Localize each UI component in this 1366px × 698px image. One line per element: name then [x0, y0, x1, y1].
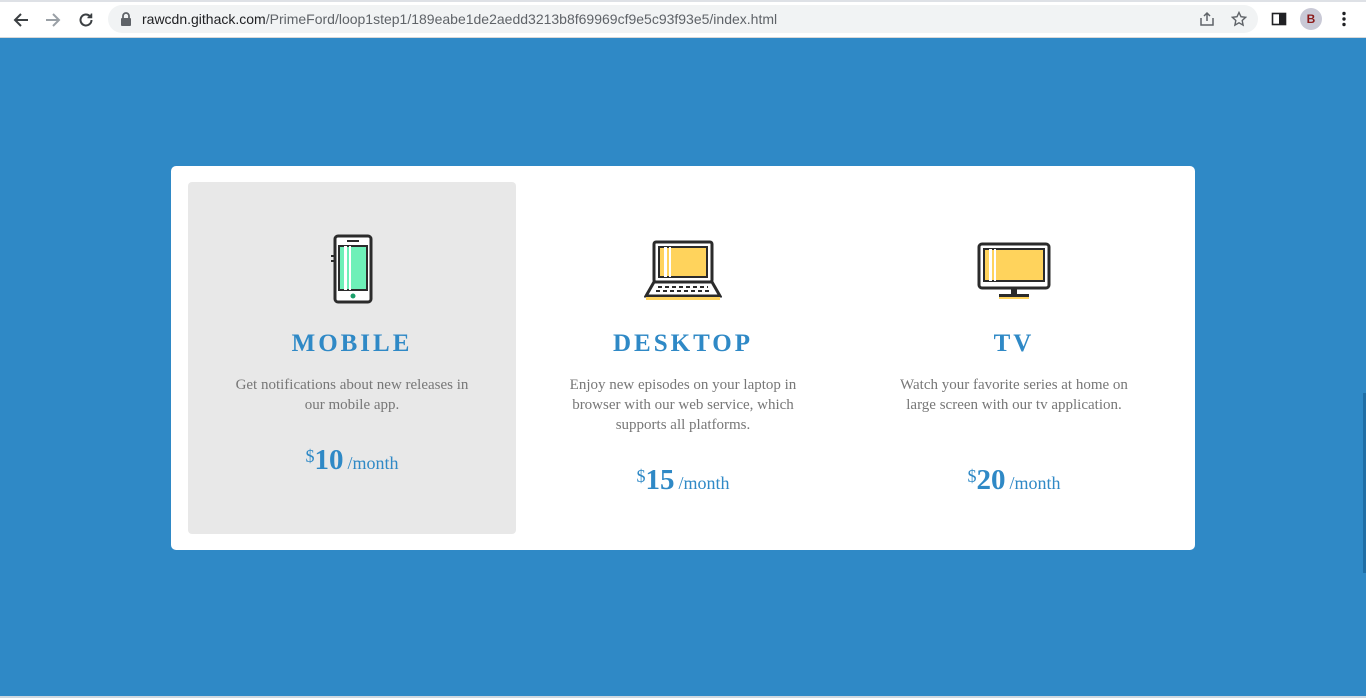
- bookmark-button[interactable]: [1230, 10, 1248, 28]
- url-path: /PrimeFord/loop1step1/189eabe1de2aedd321…: [265, 11, 778, 27]
- plan-tv[interactable]: TV Watch your favorite series at home on…: [850, 182, 1178, 534]
- plan-mobile[interactable]: MOBILE Get notifications about new relea…: [188, 182, 516, 534]
- reload-icon: [79, 13, 93, 27]
- price-currency: $: [305, 446, 315, 466]
- plan-desktop[interactable]: DESKTOP Enjoy new episodes on your lapto…: [519, 182, 847, 534]
- plan-title: TV: [993, 330, 1035, 357]
- price-amount: 10: [314, 444, 344, 476]
- forward-arrow-icon: [46, 13, 61, 27]
- price-currency: $: [636, 466, 646, 486]
- forward-button[interactable]: [40, 7, 66, 33]
- price-period: /month: [678, 473, 730, 493]
- lock-icon: [121, 12, 131, 26]
- address-bar[interactable]: rawcdn.githack.com/PrimeFord/loop1step1/…: [108, 5, 1258, 33]
- plan-title: MOBILE: [291, 330, 413, 357]
- tab-strip: [0, 0, 1366, 2]
- plan-title: DESKTOP: [612, 330, 754, 357]
- plan-description: Enjoy new episodes on your laptop in bro…: [569, 377, 797, 433]
- side-panel-button[interactable]: [1269, 9, 1289, 29]
- plan-description: Watch your favorite series at home on la…: [900, 377, 1128, 413]
- reload-button[interactable]: [73, 7, 99, 33]
- tv-icon: [977, 242, 1051, 307]
- laptop-icon: [643, 240, 723, 307]
- star-icon: [1231, 11, 1247, 27]
- menu-button[interactable]: [1334, 9, 1354, 29]
- plan-price: $10/month: [188, 444, 516, 477]
- plan-price: $15/month: [519, 464, 847, 497]
- smartphone-icon: [329, 234, 375, 311]
- plan-price: $20/month: [850, 464, 1178, 497]
- url-host: rawcdn.githack.com: [142, 11, 266, 27]
- price-period: /month: [347, 453, 399, 473]
- more-vert-icon: [1342, 11, 1346, 27]
- price-amount: 20: [976, 464, 1006, 496]
- plan-description: Get notifications about new releases in …: [235, 377, 469, 413]
- price-currency: $: [967, 466, 977, 486]
- profile-initial: B: [1306, 12, 1316, 26]
- profile-avatar[interactable]: B: [1300, 8, 1322, 30]
- url-text: rawcdn.githack.com/PrimeFord/loop1step1/…: [142, 11, 777, 27]
- share-icon: [1200, 11, 1214, 26]
- back-button[interactable]: [8, 7, 34, 33]
- pricing-card: MOBILE Get notifications about new relea…: [171, 166, 1195, 550]
- price-period: /month: [1009, 473, 1061, 493]
- price-amount: 15: [645, 464, 675, 496]
- share-button[interactable]: [1198, 10, 1216, 28]
- browser-toolbar: rawcdn.githack.com/PrimeFord/loop1step1/…: [0, 0, 1366, 38]
- back-arrow-icon: [13, 13, 28, 27]
- side-panel-icon: [1271, 12, 1287, 26]
